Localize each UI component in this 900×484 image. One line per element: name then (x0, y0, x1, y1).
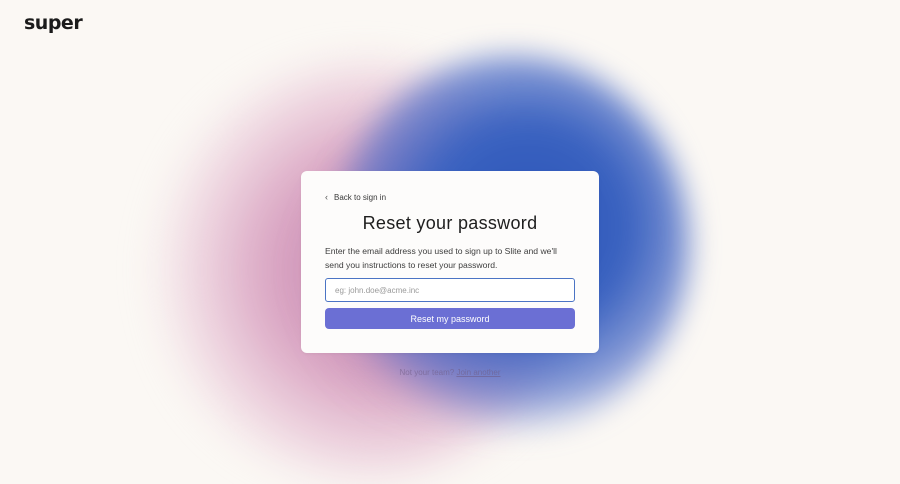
instructions-text: Enter the email address you used to sign… (325, 246, 557, 270)
footer-team-prompt: Not your team? Join another (0, 368, 900, 377)
reset-password-card: ‹ Back to sign in Reset your password En… (301, 171, 599, 353)
email-field[interactable] (325, 278, 575, 302)
page-title: Reset your password (362, 213, 538, 233)
page: super ‹ Back to sign in Reset your passw… (0, 0, 900, 484)
join-another-link[interactable]: Join another (456, 368, 500, 377)
back-link-label: Back to sign in (334, 193, 387, 202)
chevron-left-icon: ‹ (325, 192, 328, 202)
back-to-sign-in-link[interactable]: ‹ Back to sign in (325, 192, 387, 203)
footer-prompt-text: Not your team? (399, 368, 455, 377)
brand-logo[interactable]: super (24, 12, 83, 34)
reset-password-button[interactable]: Reset my password (325, 308, 575, 329)
